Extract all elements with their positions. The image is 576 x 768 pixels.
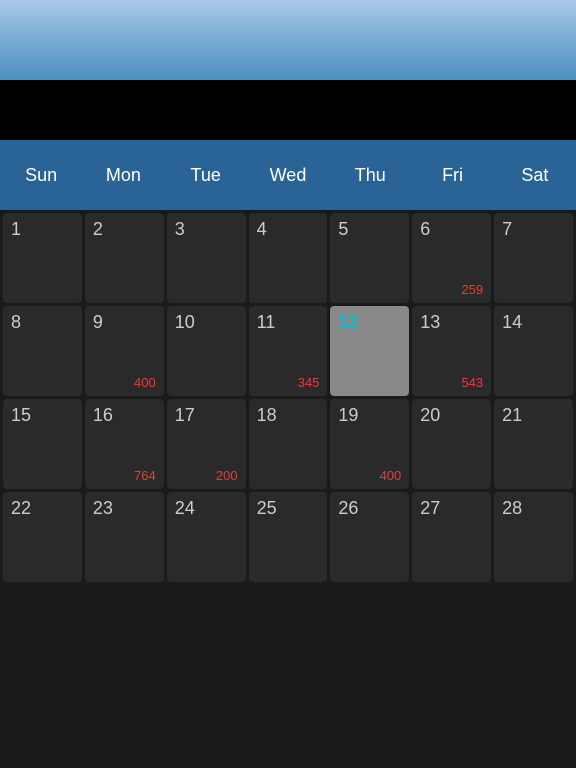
day-header-wed: Wed bbox=[247, 165, 329, 186]
day-number: 5 bbox=[338, 219, 348, 240]
app-header bbox=[0, 0, 576, 80]
day-header-mon: Mon bbox=[82, 165, 164, 186]
day-header-row: SunMonTueWedThuFriSat bbox=[0, 140, 576, 210]
day-header-sun: Sun bbox=[0, 165, 82, 186]
calendar-day-19[interactable]: 19 400 bbox=[330, 399, 409, 489]
calendar-day-24[interactable]: 24 bbox=[167, 492, 246, 582]
day-header-tue: Tue bbox=[165, 165, 247, 186]
day-number: 20 bbox=[420, 405, 440, 426]
day-number: 3 bbox=[175, 219, 185, 240]
day-value: 345 bbox=[298, 375, 320, 390]
day-number: 19 bbox=[338, 405, 358, 426]
nav-bar bbox=[0, 80, 576, 140]
day-value: 764 bbox=[134, 468, 156, 483]
calendar-day-20[interactable]: 20 bbox=[412, 399, 491, 489]
day-number: 16 bbox=[93, 405, 113, 426]
calendar-day-15[interactable]: 15 bbox=[3, 399, 82, 489]
day-number: 17 bbox=[175, 405, 195, 426]
day-number: 9 bbox=[93, 312, 103, 333]
next-button[interactable] bbox=[526, 102, 546, 118]
day-number: 14 bbox=[502, 312, 522, 333]
calendar-day-27[interactable]: 27 bbox=[412, 492, 491, 582]
day-number: 28 bbox=[502, 498, 522, 519]
calendar-day-21[interactable]: 21 bbox=[494, 399, 573, 489]
day-header-thu: Thu bbox=[329, 165, 411, 186]
calendar-day-28[interactable]: 28 bbox=[494, 492, 573, 582]
day-number: 27 bbox=[420, 498, 440, 519]
calendar-day-6[interactable]: 6 259 bbox=[412, 213, 491, 303]
day-number: 18 bbox=[257, 405, 277, 426]
calendar-day-1[interactable]: 1 bbox=[3, 213, 82, 303]
calendar-day-13[interactable]: 13 543 bbox=[412, 306, 491, 396]
day-number: 2 bbox=[93, 219, 103, 240]
calendar-day-14[interactable]: 14 bbox=[494, 306, 573, 396]
day-header-fri: Fri bbox=[411, 165, 493, 186]
day-number: 6 bbox=[420, 219, 430, 240]
calendar-day-10[interactable]: 10 bbox=[167, 306, 246, 396]
calendar-day-26[interactable]: 26 bbox=[330, 492, 409, 582]
day-number: 26 bbox=[338, 498, 358, 519]
day-number: 21 bbox=[502, 405, 522, 426]
calendar-day-3[interactable]: 3 bbox=[167, 213, 246, 303]
day-number: 24 bbox=[175, 498, 195, 519]
calendar-day-4[interactable]: 4 bbox=[249, 213, 328, 303]
calendar-day-16[interactable]: 16 764 bbox=[85, 399, 164, 489]
next-next-button[interactable] bbox=[546, 102, 566, 118]
prev-prev-button[interactable] bbox=[10, 102, 30, 118]
calendar-day-12[interactable]: 12 bbox=[330, 306, 409, 396]
day-number: 12 bbox=[338, 312, 358, 333]
day-number: 10 bbox=[175, 312, 195, 333]
day-number: 4 bbox=[257, 219, 267, 240]
calendar-day-7[interactable]: 7 bbox=[494, 213, 573, 303]
calendar-day-9[interactable]: 9 400 bbox=[85, 306, 164, 396]
day-value: 200 bbox=[216, 468, 238, 483]
nav-left-group bbox=[10, 102, 50, 118]
calendar-day-11[interactable]: 11 345 bbox=[249, 306, 328, 396]
day-value: 400 bbox=[134, 375, 156, 390]
calendar-day-25[interactable]: 25 bbox=[249, 492, 328, 582]
calendar-day-23[interactable]: 23 bbox=[85, 492, 164, 582]
day-number: 13 bbox=[420, 312, 440, 333]
day-number: 1 bbox=[11, 219, 21, 240]
day-number: 7 bbox=[502, 219, 512, 240]
day-header-sat: Sat bbox=[494, 165, 576, 186]
day-value: 543 bbox=[461, 375, 483, 390]
calendar-grid: 1234562597894001011345121354314151676417… bbox=[0, 210, 576, 585]
calendar-day-17[interactable]: 17 200 bbox=[167, 399, 246, 489]
day-number: 25 bbox=[257, 498, 277, 519]
day-number: 8 bbox=[11, 312, 21, 333]
calendar-day-18[interactable]: 18 bbox=[249, 399, 328, 489]
day-number: 11 bbox=[257, 312, 276, 333]
nav-right-group bbox=[526, 102, 566, 118]
calendar-day-2[interactable]: 2 bbox=[85, 213, 164, 303]
day-number: 15 bbox=[11, 405, 31, 426]
prev-button[interactable] bbox=[30, 102, 50, 118]
day-number: 22 bbox=[11, 498, 31, 519]
calendar-day-8[interactable]: 8 bbox=[3, 306, 82, 396]
day-value: 259 bbox=[461, 282, 483, 297]
day-number: 23 bbox=[93, 498, 113, 519]
calendar-day-5[interactable]: 5 bbox=[330, 213, 409, 303]
calendar-day-22[interactable]: 22 bbox=[3, 492, 82, 582]
day-value: 400 bbox=[380, 468, 402, 483]
